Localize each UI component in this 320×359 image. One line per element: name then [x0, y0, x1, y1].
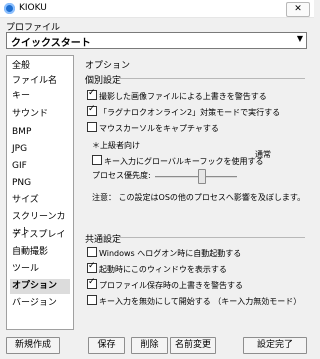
option-global-keyhook[interactable]: キー入力にグローバルキーフックを使用する: [92, 155, 263, 167]
sidebar-item-size[interactable]: サイズ: [10, 193, 70, 208]
title-bar: KIOKU ✕: [0, 0, 314, 18]
option-ragnarok2-mode[interactable]: 「ラグナロクオンライン2」対策モードで実行する: [87, 104, 280, 118]
save-button[interactable]: 保存: [88, 337, 125, 354]
checkbox[interactable]: [87, 277, 97, 289]
checkbox[interactable]: [92, 155, 102, 165]
checkbox[interactable]: [87, 104, 97, 116]
option-warn-profile-overwrite[interactable]: プロファイル保存時の上書きを警告する: [87, 277, 243, 291]
priority-slider-track[interactable]: [155, 176, 237, 178]
close-button[interactable]: ✕: [286, 2, 310, 17]
new-profile-button[interactable]: 新規作成: [6, 337, 60, 354]
rename-button[interactable]: 名前変更: [170, 337, 216, 354]
checkbox[interactable]: [87, 261, 97, 273]
app-icon: [4, 3, 15, 14]
sidebar-item-version[interactable]: バージョン: [10, 296, 70, 311]
sidebar-item-display[interactable]: ディスプレイ: [10, 228, 70, 243]
sidebar-item-general[interactable]: 全般: [10, 59, 70, 74]
sidebar-item-key[interactable]: キー: [10, 89, 70, 104]
priority-slider-thumb[interactable]: [198, 169, 206, 184]
chevron-down-icon: ▼: [296, 34, 303, 43]
profile-selected-value: クイックスタート: [11, 38, 91, 49]
group-divider: [120, 237, 305, 238]
advanced-note: ＊上級者向け: [92, 141, 140, 150]
option-show-window-on-start[interactable]: 起動時にこのウィンドウを表示する: [87, 261, 227, 275]
priority-value-label: 通常: [255, 150, 271, 159]
common-settings-title: 共通設定: [85, 235, 122, 245]
sidebar-item-screencut[interactable]: スクリーンカット: [10, 210, 70, 237]
options-panel: オプション 個別設定 撮影した画像ファイルによる上書きを警告する 「ラグナロクオ…: [80, 55, 308, 330]
sidebar-item-options[interactable]: オプション: [10, 279, 70, 294]
checkbox[interactable]: [87, 88, 97, 100]
checkbox[interactable]: [87, 122, 97, 132]
caution-text: 注意： この設定はOSの他のプロセスへ影響を及ぼします。: [92, 193, 306, 202]
option-start-key-disabled[interactable]: キー入力を無効にして開始する （キー入力無効モード）: [87, 295, 301, 307]
group-divider: [120, 78, 305, 79]
category-list: 全般 ファイル名 キー サウンド BMP JPG GIF PNG サイズ スクリ…: [6, 55, 74, 330]
done-button[interactable]: 設定完了: [243, 337, 307, 354]
priority-label: プロセス優先度:: [92, 171, 151, 180]
sidebar-item-sound[interactable]: サウンド: [10, 107, 70, 122]
individual-settings-title: 個別設定: [85, 76, 122, 86]
option-autostart-logon[interactable]: Windows へログオン時に自動起動する: [87, 247, 241, 259]
sidebar-item-jpg[interactable]: JPG: [10, 142, 70, 157]
sidebar-item-autocapture[interactable]: 自動撮影: [10, 245, 70, 260]
sidebar-item-png[interactable]: PNG: [10, 176, 70, 191]
panel-title: オプション: [85, 61, 131, 71]
sidebar-item-bmp[interactable]: BMP: [10, 125, 70, 140]
checkbox[interactable]: [87, 295, 97, 305]
sidebar-item-tools[interactable]: ツール: [10, 262, 70, 277]
profile-dropdown[interactable]: クイックスタート ▼: [6, 32, 307, 49]
checkbox[interactable]: [87, 247, 97, 257]
option-warn-overwrite-image[interactable]: 撮影した画像ファイルによる上書きを警告する: [87, 88, 267, 102]
sidebar-item-filename[interactable]: ファイル名: [10, 74, 70, 89]
window-title: KIOKU: [19, 3, 47, 13]
sidebar-item-gif[interactable]: GIF: [10, 159, 70, 174]
delete-button[interactable]: 削除: [131, 337, 168, 354]
option-capture-cursor[interactable]: マウスカーソルをキャプチャする: [87, 122, 219, 134]
